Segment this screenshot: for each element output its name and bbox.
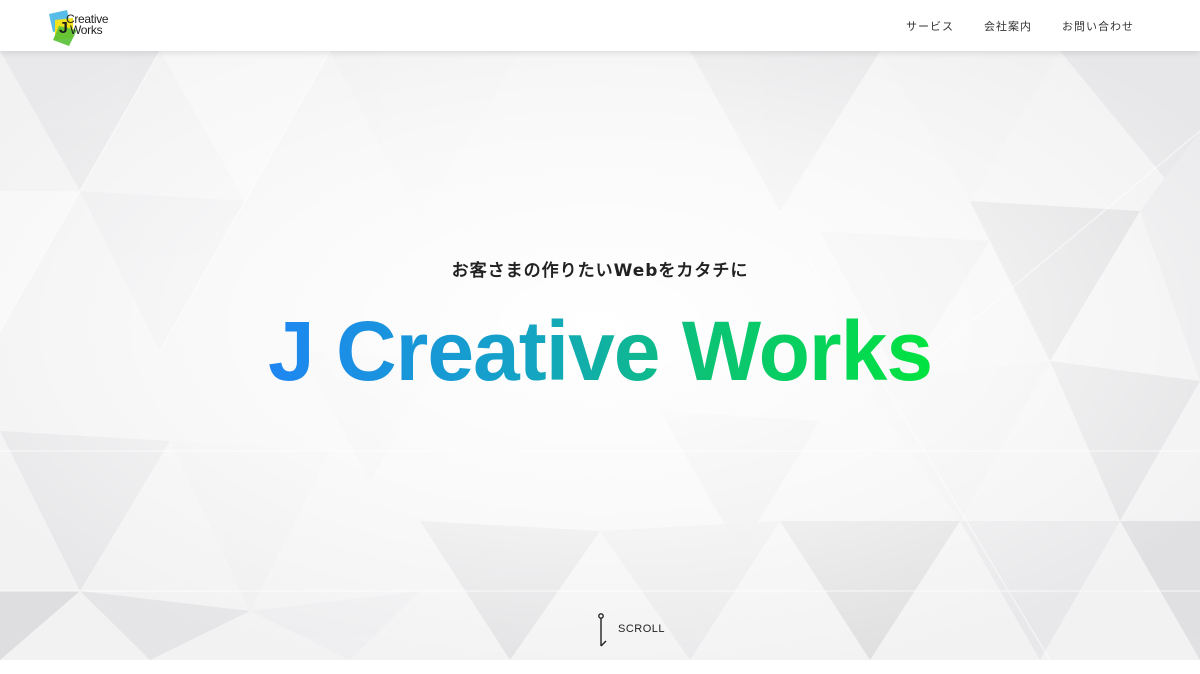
hero-title: J Creative Works [0,301,1200,401]
site-header: J Creative Works サービス 会社案内 お問い合わせ [0,0,1200,51]
nav-item-services[interactable]: サービス [906,18,954,34]
hero-section: お客さまの作りたいWebをカタチに J Creative Works SCROL… [0,51,1200,660]
hero-tagline: お客さまの作りたいWebをカタチに [451,261,749,281]
nav-item-contact[interactable]: お問い合わせ [1062,18,1134,34]
scroll-indicator[interactable]: SCROLL [596,611,676,651]
scroll-label: SCROLL [618,623,666,635]
main-nav: サービス 会社案内 お問い合わせ [876,0,1134,51]
hero-title-text: J Creative Works [267,304,933,398]
page: J Creative Works サービス 会社案内 お問い合わせ お客さまの作… [0,0,1200,674]
logo-wordmark: Creative Works [66,13,109,37]
site-logo[interactable]: J Creative Works [47,6,127,46]
logo-line-works: Works [70,23,103,37]
nav-item-company[interactable]: 会社案内 [984,18,1032,34]
scroll-indicator-icon [598,613,607,647]
below-fold-strip [0,660,1200,674]
